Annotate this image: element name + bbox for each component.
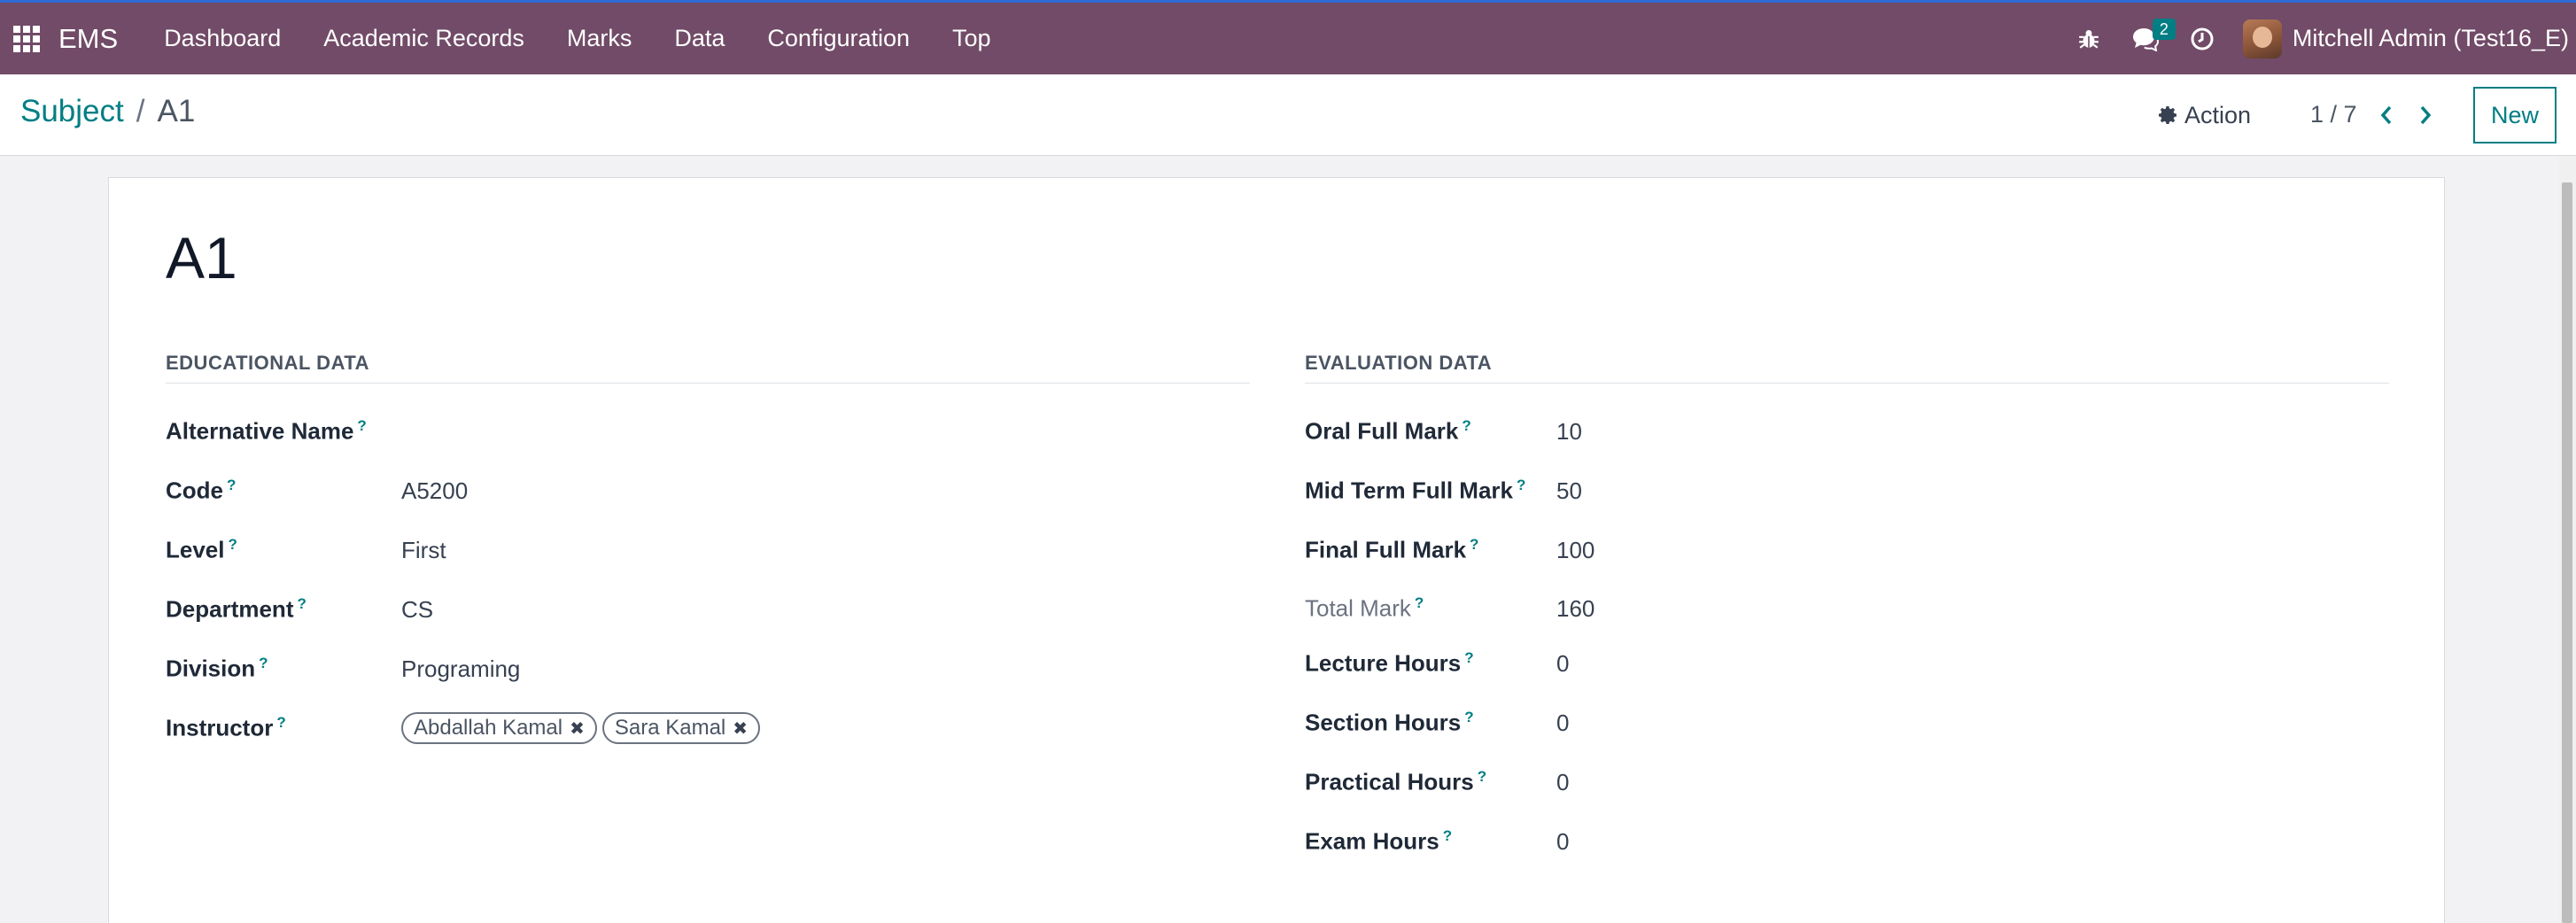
mid-term-full-mark-label: Mid Term Full Mark?: [1305, 477, 1526, 504]
activity-clock-icon[interactable]: [2174, 3, 2231, 74]
help-icon[interactable]: ?: [1478, 768, 1486, 785]
instructor-label: Instructor?: [166, 714, 286, 741]
menu-configuration[interactable]: Configuration: [746, 3, 931, 74]
code-label: Code?: [166, 477, 237, 504]
breadcrumb-current: A1: [157, 94, 196, 128]
division-label: Division?: [166, 655, 268, 682]
help-icon[interactable]: ?: [229, 536, 237, 553]
messages-chat-icon[interactable]: 2: [2117, 3, 2176, 74]
department-label: Department?: [166, 595, 306, 623]
breadcrumb: Subject / A1: [20, 94, 195, 129]
section-hours-label: Section Hours?: [1305, 709, 1474, 736]
help-icon[interactable]: ?: [297, 595, 306, 612]
oral-full-mark-label: Oral Full Mark?: [1305, 417, 1471, 445]
practical-hours-field[interactable]: 0: [1556, 769, 1569, 796]
pager-previous-icon[interactable]: [2370, 97, 2402, 133]
help-icon[interactable]: ?: [1415, 594, 1424, 611]
final-full-mark-field[interactable]: 100: [1556, 537, 1594, 564]
total-mark-row: Total Mark? 160: [1305, 591, 1594, 626]
control-panel: Subject / A1 Action 1 / 7 New: [0, 74, 2576, 156]
instructor-tag[interactable]: Abdallah Kamal ✖: [401, 712, 597, 744]
lecture-hours-label: Lecture Hours?: [1305, 649, 1474, 677]
final-full-mark-label: Final Full Mark?: [1305, 536, 1479, 563]
top-navbar: EMS Dashboard Academic Records Marks Dat…: [0, 0, 2576, 74]
app-brand[interactable]: EMS: [58, 23, 118, 55]
help-icon[interactable]: ?: [357, 417, 366, 434]
instructor-row: Instructor? Abdallah Kamal ✖ Sara Kamal ✖: [166, 710, 761, 746]
educational-data-group: EDUCATIONAL DATA Alternative Name? Code?…: [166, 352, 1250, 744]
mid-term-full-mark-row: Mid Term Full Mark? 50: [1305, 473, 1582, 508]
practical-hours-row: Practical Hours? 0: [1305, 764, 1569, 800]
pager-next-icon[interactable]: [2409, 97, 2441, 133]
instructor-tags-field[interactable]: Abdallah Kamal ✖ Sara Kamal ✖: [401, 712, 761, 744]
action-label: Action: [2184, 101, 2252, 128]
section-hours-field[interactable]: 0: [1556, 710, 1569, 737]
lecture-hours-row: Lecture Hours? 0: [1305, 646, 1569, 681]
help-icon[interactable]: ?: [276, 714, 285, 731]
help-icon[interactable]: ?: [1464, 649, 1473, 666]
menu-academic-records[interactable]: Academic Records: [302, 3, 546, 74]
instructor-tag[interactable]: Sara Kamal ✖: [601, 712, 761, 744]
record-title[interactable]: A1: [166, 224, 237, 291]
apps-menu-icon[interactable]: [0, 3, 53, 74]
debug-bug-icon[interactable]: [2060, 3, 2117, 74]
level-field[interactable]: First: [401, 537, 446, 564]
level-label: Level?: [166, 536, 237, 563]
department-row: Department? CS: [166, 592, 433, 627]
messages-count-badge: 2: [2152, 19, 2176, 40]
menu-data[interactable]: Data: [653, 3, 746, 74]
help-icon[interactable]: ?: [1464, 709, 1473, 725]
help-icon[interactable]: ?: [1517, 477, 1525, 493]
exam-hours-field[interactable]: 0: [1556, 828, 1569, 856]
department-field[interactable]: CS: [401, 596, 433, 624]
help-icon[interactable]: ?: [259, 655, 268, 671]
user-menu[interactable]: Mitchell Admin (Test16_E): [2231, 3, 2569, 74]
help-icon[interactable]: ?: [227, 477, 236, 493]
oral-full-mark-field[interactable]: 10: [1556, 418, 1582, 446]
user-name: Mitchell Admin (Test16_E): [2292, 25, 2569, 51]
alternative-name-row: Alternative Name?: [166, 414, 401, 449]
level-row: Level? First: [166, 532, 446, 568]
final-full-mark-row: Final Full Mark? 100: [1305, 532, 1594, 568]
evaluation-data-title: EVALUATION DATA: [1305, 352, 2389, 384]
practical-hours-label: Practical Hours?: [1305, 768, 1487, 795]
form-sheet: A1 EDUCATIONAL DATA Alternative Name? Co…: [108, 177, 2445, 923]
total-mark-label: Total Mark?: [1305, 594, 1424, 622]
help-icon[interactable]: ?: [1470, 536, 1478, 553]
evaluation-data-group: EVALUATION DATA Oral Full Mark? 10 Mid T…: [1305, 352, 2389, 855]
help-icon[interactable]: ?: [1462, 417, 1470, 434]
division-field[interactable]: Programing: [401, 655, 520, 683]
new-button[interactable]: New: [2473, 87, 2557, 143]
remove-tag-icon[interactable]: ✖: [570, 717, 585, 740]
alternative-name-label: Alternative Name?: [166, 417, 367, 445]
exam-hours-row: Exam Hours? 0: [1305, 824, 1569, 859]
breadcrumb-subject-link[interactable]: Subject: [20, 94, 124, 129]
educational-data-title: EDUCATIONAL DATA: [166, 352, 1250, 384]
division-row: Division? Programing: [166, 651, 520, 686]
code-field[interactable]: A5200: [401, 477, 468, 505]
code-row: Code? A5200: [166, 473, 468, 508]
breadcrumb-separator: /: [136, 94, 145, 128]
gear-icon: [2159, 106, 2176, 124]
exam-hours-label: Exam Hours?: [1305, 827, 1453, 855]
mid-term-full-mark-field[interactable]: 50: [1556, 477, 1582, 505]
vertical-scrollbar[interactable]: [2558, 156, 2576, 923]
avatar: [2242, 19, 2282, 58]
remove-tag-icon[interactable]: ✖: [733, 717, 748, 740]
help-icon[interactable]: ?: [1443, 827, 1452, 844]
action-button[interactable]: Action: [2158, 97, 2251, 133]
menu-dashboard[interactable]: Dashboard: [143, 3, 302, 74]
pager-value[interactable]: 1 / 7: [2310, 101, 2357, 128]
scrollbar-thumb[interactable]: [2562, 182, 2572, 923]
section-hours-row: Section Hours? 0: [1305, 705, 1569, 741]
total-mark-value: 160: [1556, 594, 1595, 622]
oral-full-mark-row: Oral Full Mark? 10: [1305, 414, 1582, 449]
menu-marks[interactable]: Marks: [546, 3, 654, 74]
lecture-hours-field[interactable]: 0: [1556, 650, 1569, 678]
menu-top[interactable]: Top: [931, 3, 1013, 74]
